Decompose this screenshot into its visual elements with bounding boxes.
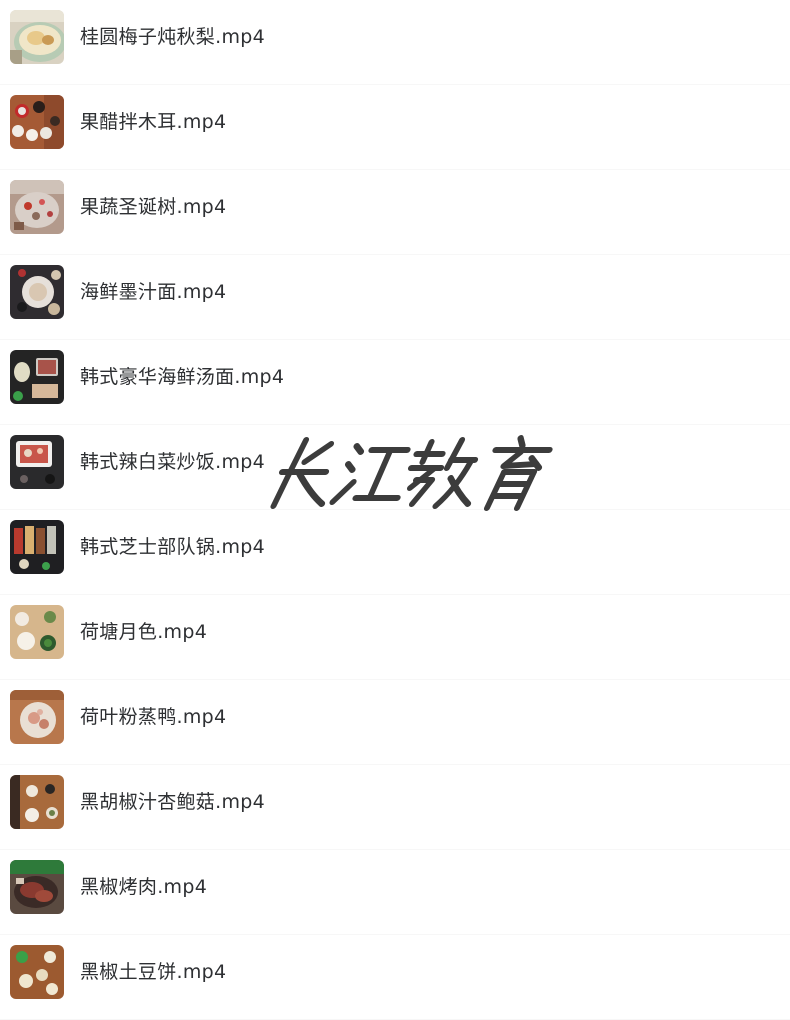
video-thumbnail[interactable]	[10, 690, 64, 744]
food-thumbnail-image	[10, 690, 64, 744]
video-thumbnail[interactable]	[10, 945, 64, 999]
food-thumbnail-image	[10, 95, 64, 149]
file-row[interactable]: 果蔬圣诞树.mp4	[0, 170, 790, 255]
food-thumbnail-image	[10, 265, 64, 319]
file-name[interactable]: 桂圆梅子炖秋梨.mp4	[80, 24, 265, 50]
video-thumbnail[interactable]	[10, 350, 64, 404]
food-thumbnail-image	[10, 180, 64, 234]
file-name[interactable]: 韩式辣白菜炒饭.mp4	[80, 449, 265, 475]
food-thumbnail-image	[10, 520, 64, 574]
file-name[interactable]: 荷塘月色.mp4	[80, 619, 207, 645]
file-name[interactable]: 黑椒土豆饼.mp4	[80, 959, 226, 985]
file-name[interactable]: 黑胡椒汁杏鲍菇.mp4	[80, 789, 265, 815]
file-row[interactable]: 黑椒烤肉.mp4	[0, 850, 790, 935]
file-name[interactable]: 荷叶粉蒸鸭.mp4	[80, 704, 226, 730]
file-name[interactable]: 韩式芝士部队锅.mp4	[80, 534, 265, 560]
file-name[interactable]: 黑椒烤肉.mp4	[80, 874, 207, 900]
file-row[interactable]: 韩式芝士部队锅.mp4	[0, 510, 790, 595]
file-list: 桂圆梅子炖秋梨.mp4 果醋拌木耳.mp4 果蔬圣诞树.mp4 海鲜墨汁面.mp…	[0, 0, 790, 1020]
food-thumbnail-image	[10, 10, 64, 64]
food-thumbnail-image	[10, 605, 64, 659]
food-thumbnail-image	[10, 945, 64, 999]
file-row[interactable]: 黑椒土豆饼.mp4	[0, 935, 790, 1020]
video-thumbnail[interactable]	[10, 265, 64, 319]
file-row[interactable]: 果醋拌木耳.mp4	[0, 85, 790, 170]
file-row[interactable]: 荷叶粉蒸鸭.mp4	[0, 680, 790, 765]
file-name[interactable]: 果醋拌木耳.mp4	[80, 109, 226, 135]
file-row[interactable]: 韩式辣白菜炒饭.mp4	[0, 425, 790, 510]
food-thumbnail-image	[10, 775, 64, 829]
food-thumbnail-image	[10, 350, 64, 404]
video-thumbnail[interactable]	[10, 10, 64, 64]
file-row[interactable]: 黑胡椒汁杏鲍菇.mp4	[0, 765, 790, 850]
video-thumbnail[interactable]	[10, 520, 64, 574]
file-name[interactable]: 海鲜墨汁面.mp4	[80, 279, 226, 305]
video-thumbnail[interactable]	[10, 435, 64, 489]
video-thumbnail[interactable]	[10, 860, 64, 914]
video-thumbnail[interactable]	[10, 605, 64, 659]
file-row[interactable]: 韩式豪华海鲜汤面.mp4	[0, 340, 790, 425]
food-thumbnail-image	[10, 860, 64, 914]
file-name[interactable]: 果蔬圣诞树.mp4	[80, 194, 226, 220]
file-row[interactable]: 海鲜墨汁面.mp4	[0, 255, 790, 340]
file-row[interactable]: 桂圆梅子炖秋梨.mp4	[0, 0, 790, 85]
file-name[interactable]: 韩式豪华海鲜汤面.mp4	[80, 364, 284, 390]
file-row[interactable]: 荷塘月色.mp4	[0, 595, 790, 680]
video-thumbnail[interactable]	[10, 180, 64, 234]
video-thumbnail[interactable]	[10, 95, 64, 149]
food-thumbnail-image	[10, 435, 64, 489]
video-thumbnail[interactable]	[10, 775, 64, 829]
